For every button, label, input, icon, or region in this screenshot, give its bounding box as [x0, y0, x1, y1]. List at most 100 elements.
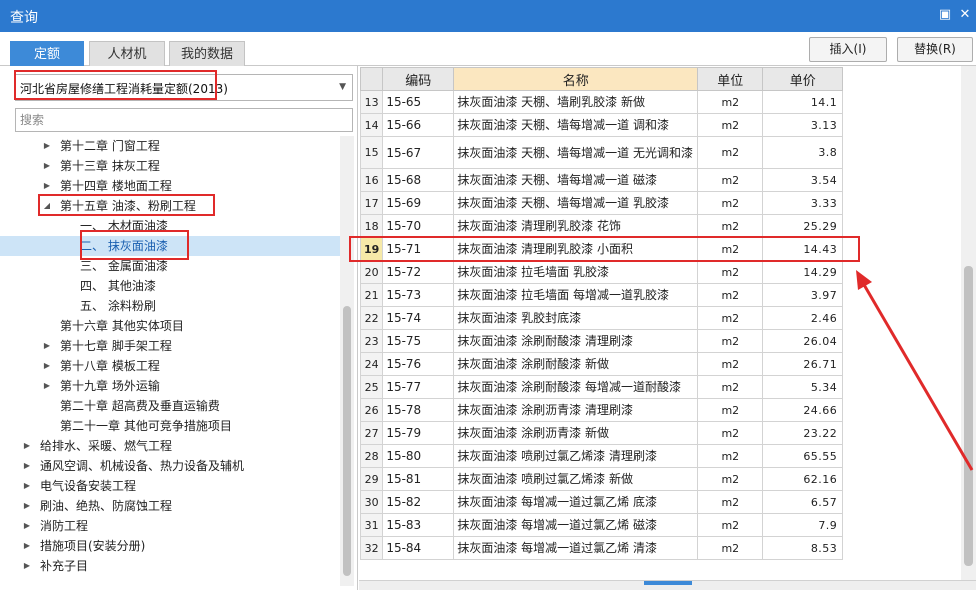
tree-node[interactable]: 五、 涂料粉刷 — [0, 296, 340, 316]
chevron-down-icon[interactable]: ▼ — [339, 82, 346, 92]
table-row[interactable]: 29 15-81 抹灰面油漆 喷刷过氯乙烯漆 新做 m2 62.16 — [359, 467, 844, 491]
cell-code: 15-83 — [382, 513, 455, 537]
tree-node[interactable]: ▶ 电气设备安装工程 — [0, 476, 340, 496]
table-row[interactable]: 24 15-76 抹灰面油漆 涂刷耐酸漆 新做 m2 26.71 — [359, 352, 844, 376]
tree-node[interactable]: ▶ 第十二章 门窗工程 — [0, 136, 340, 156]
tree-node[interactable]: 第二十章 超高费及垂直运输费 — [0, 396, 340, 416]
cell-unit: m2 — [697, 352, 764, 376]
cell-unit: m2 — [697, 421, 764, 445]
tree-node[interactable]: 二、 抹灰面油漆 — [0, 236, 340, 256]
table-row[interactable]: 14 15-66 抹灰面油漆 天棚、墙每增减一道 调和漆 m2 3.13 — [359, 113, 844, 137]
caret-right-icon[interactable]: ▶ — [22, 496, 32, 516]
table-row[interactable]: 25 15-77 抹灰面油漆 涂刷耐酸漆 每增减一道耐酸漆 m2 5.34 — [359, 375, 844, 399]
row-number: 32 — [359, 536, 384, 560]
table-row[interactable]: 20 15-72 抹灰面油漆 拉毛墙面 乳胶漆 m2 14.29 — [359, 260, 844, 284]
caret-right-icon[interactable]: ▶ — [42, 176, 52, 196]
cell-code: 15-77 — [382, 375, 455, 399]
panel-splitter[interactable] — [359, 580, 976, 590]
cell-code: 15-73 — [382, 283, 455, 307]
insert-button[interactable]: 插入(I) — [809, 37, 887, 62]
table-scrollbar-thumb[interactable] — [964, 266, 973, 566]
caret-down-icon[interactable]: ◢ — [42, 196, 52, 216]
table-row[interactable]: 16 15-68 抹灰面油漆 天棚、墙每增减一道 磁漆 m2 3.54 — [359, 168, 844, 192]
tree-node[interactable]: ◢ 第十五章 油漆、粉刷工程 — [0, 196, 340, 216]
tree-node[interactable]: 四、 其他油漆 — [0, 276, 340, 296]
tree-node[interactable]: ▶ 第十七章 脚手架工程 — [0, 336, 340, 356]
title-bar: 查询 ▣ ✕ — [0, 0, 976, 32]
header-price[interactable]: 单价 — [762, 67, 844, 91]
caret-right-icon[interactable]: ▶ — [22, 516, 32, 536]
table-row[interactable]: 19 15-71 抹灰面油漆 清理刷乳胶漆 小面积 m2 14.43 — [359, 237, 844, 261]
tree-node[interactable]: ▶ 通风空调、机械设备、热力设备及辅机 — [0, 456, 340, 476]
table-row[interactable]: 22 15-74 抹灰面油漆 乳胶封底漆 m2 2.46 — [359, 306, 844, 330]
tree-node[interactable]: ▶ 第十四章 楼地面工程 — [0, 176, 340, 196]
table-row[interactable]: 32 15-84 抹灰面油漆 每增减一道过氯乙烯 清漆 m2 8.53 — [359, 536, 844, 560]
tree-scrollbar[interactable] — [340, 136, 354, 586]
header-code[interactable]: 编码 — [382, 67, 455, 91]
cell-unit: m2 — [697, 306, 764, 330]
table-row[interactable]: 17 15-69 抹灰面油漆 天棚、墙每增减一道 乳胶漆 m2 3.33 — [359, 191, 844, 215]
tab-my-data[interactable]: 我的数据 — [169, 41, 245, 66]
tree-node[interactable]: ▶ 补充子目 — [0, 556, 340, 576]
cell-name: 抹灰面油漆 喷刷过氯乙烯漆 清理刷漆 — [453, 444, 699, 468]
restore-icon[interactable]: ▣ — [936, 6, 954, 24]
table-row[interactable]: 15 15-67 抹灰面油漆 天棚、墙每增减一道 无光调和漆 m2 3.8 — [359, 136, 844, 169]
table-row[interactable]: 31 15-83 抹灰面油漆 每增减一道过氯乙烯 磁漆 m2 7.9 — [359, 513, 844, 537]
tree-node[interactable]: ▶ 第十八章 模板工程 — [0, 356, 340, 376]
tree-node[interactable]: ▶ 措施项目(安装分册) — [0, 536, 340, 556]
cell-price: 2.46 — [762, 306, 844, 330]
close-icon[interactable]: ✕ — [956, 6, 974, 24]
header-name[interactable]: 名称 — [453, 67, 699, 91]
caret-right-icon[interactable]: ▶ — [22, 556, 32, 576]
caret-right-icon[interactable]: ▶ — [22, 536, 32, 556]
table-row[interactable]: 13 15-65 抹灰面油漆 天棚、墙刷乳胶漆 新做 m2 14.1 — [359, 90, 844, 114]
tree-node[interactable]: ▶ 第十三章 抹灰工程 — [0, 156, 340, 176]
library-select-value: 河北省房屋修缮工程消耗量定额(2013) — [20, 82, 228, 96]
cell-name: 抹灰面油漆 每增减一道过氯乙烯 磁漆 — [453, 513, 699, 537]
cell-name: 抹灰面油漆 清理刷乳胶漆 小面积 — [453, 237, 699, 261]
tree-node-label: 第十八章 模板工程 — [60, 359, 160, 373]
tree-node[interactable]: 三、 金属面油漆 — [0, 256, 340, 276]
tree-node[interactable]: ▶ 给排水、采暖、燃气工程 — [0, 436, 340, 456]
table-row[interactable]: 23 15-75 抹灰面油漆 涂刷耐酸漆 清理刷漆 m2 26.04 — [359, 329, 844, 353]
table-scrollbar[interactable] — [961, 66, 976, 580]
cell-unit: m2 — [697, 191, 764, 215]
caret-right-icon[interactable]: ▶ — [42, 376, 52, 396]
caret-right-icon[interactable]: ▶ — [22, 476, 32, 496]
table-row[interactable]: 27 15-79 抹灰面油漆 涂刷沥青漆 新做 m2 23.22 — [359, 421, 844, 445]
cell-name: 抹灰面油漆 涂刷耐酸漆 新做 — [453, 352, 699, 376]
tree-node[interactable]: 第十六章 其他实体项目 — [0, 316, 340, 336]
tree-scrollbar-thumb[interactable] — [343, 306, 351, 576]
table-row[interactable]: 18 15-70 抹灰面油漆 清理刷乳胶漆 花饰 m2 25.29 — [359, 214, 844, 238]
tree-node[interactable]: ▶ 刷油、绝热、防腐蚀工程 — [0, 496, 340, 516]
caret-right-icon[interactable]: ▶ — [42, 356, 52, 376]
search-input[interactable] — [15, 108, 353, 132]
cell-price: 24.66 — [762, 398, 844, 422]
caret-right-icon[interactable]: ▶ — [22, 456, 32, 476]
cell-unit: m2 — [697, 113, 764, 137]
row-number: 14 — [359, 113, 384, 137]
row-number: 24 — [359, 352, 384, 376]
table-row[interactable]: 28 15-80 抹灰面油漆 喷刷过氯乙烯漆 清理刷漆 m2 65.55 — [359, 444, 844, 468]
tree-node[interactable]: 第二十一章 其他可竞争措施项目 — [0, 416, 340, 436]
tree-node[interactable]: ▶ 消防工程 — [0, 516, 340, 536]
library-select[interactable]: 河北省房屋修缮工程消耗量定额(2013) ▼ — [15, 74, 353, 101]
tree-node[interactable]: 一、 木材面油漆 — [0, 216, 340, 236]
replace-button[interactable]: 替换(R) — [897, 37, 973, 62]
table-row[interactable]: 21 15-73 抹灰面油漆 拉毛墙面 每增减一道乳胶漆 m2 3.97 — [359, 283, 844, 307]
header-unit[interactable]: 单位 — [697, 67, 764, 91]
tree-node[interactable]: ▶ 第十九章 场外运输 — [0, 376, 340, 396]
tab-quota[interactable]: 定额 — [10, 41, 84, 66]
cell-price: 14.1 — [762, 90, 844, 114]
table-row[interactable]: 26 15-78 抹灰面油漆 涂刷沥青漆 清理刷漆 m2 24.66 — [359, 398, 844, 422]
caret-right-icon[interactable]: ▶ — [42, 156, 52, 176]
caret-right-icon[interactable]: ▶ — [42, 136, 52, 156]
splitter-grip[interactable] — [644, 581, 692, 585]
cell-code: 15-66 — [382, 113, 455, 137]
table-row[interactable]: 30 15-82 抹灰面油漆 每增减一道过氯乙烯 底漆 m2 6.57 — [359, 490, 844, 514]
row-number: 16 — [359, 168, 384, 192]
tab-labor-material-machine[interactable]: 人材机 — [89, 41, 165, 66]
cell-price: 7.9 — [762, 513, 844, 537]
caret-right-icon[interactable]: ▶ — [42, 336, 52, 356]
caret-right-icon[interactable]: ▶ — [22, 436, 32, 456]
